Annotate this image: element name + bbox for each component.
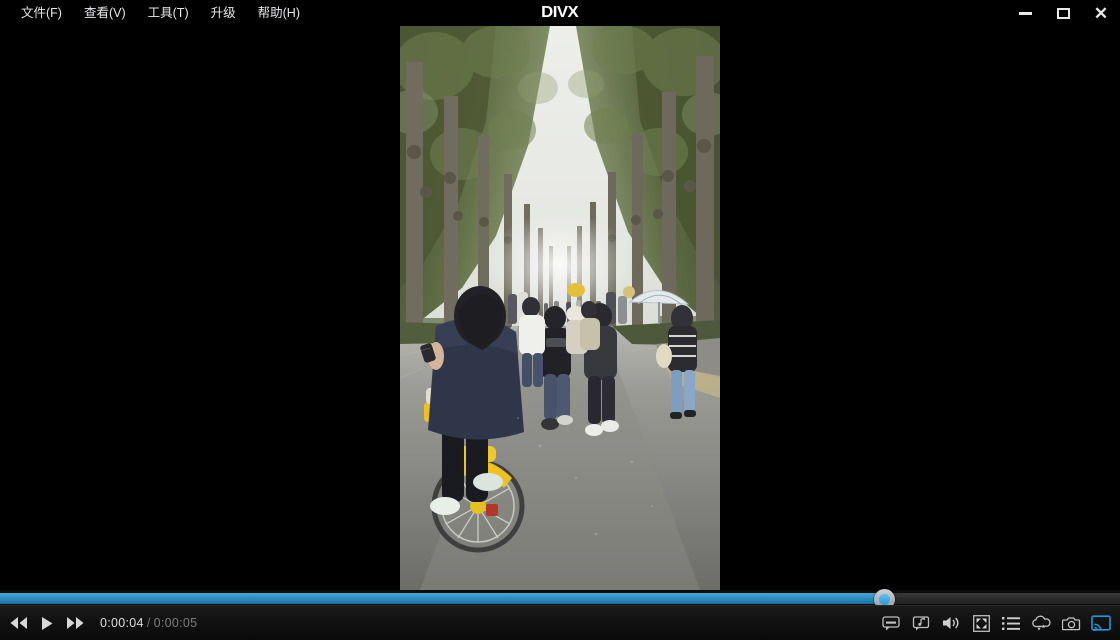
tool-controls [878,610,1120,636]
cast-icon [1091,615,1111,631]
volume-button[interactable] [938,610,964,636]
snapshot-button[interactable] [1058,610,1084,636]
playlist-button[interactable] [998,610,1024,636]
fast-forward-icon [67,617,84,629]
video-frame[interactable] [400,26,720,590]
title-bar: 文件(F) 查看(V) 工具(T) 升级 帮助(H) DIVX ✕ [0,0,1120,26]
minimize-icon [1018,11,1032,15]
time-display: 0:00:04/0:00:05 [100,616,197,630]
cast-button[interactable] [1088,610,1114,636]
fullscreen-icon [972,614,990,632]
close-button[interactable]: ✕ [1082,0,1120,26]
transport-controls: 0:00:04/0:00:05 [0,610,197,636]
close-icon: ✕ [1093,3,1109,23]
rewind-button[interactable] [6,610,32,636]
seek-progress-fill [0,593,885,604]
menu-item-upgrade[interactable]: 升级 [200,0,247,26]
menu-item-view[interactable]: 查看(V) [73,0,137,26]
subtitles-button[interactable] [878,610,904,636]
maximize-icon [1056,7,1070,19]
volume-icon [942,617,958,629]
seek-bar[interactable] [0,589,1120,610]
fast-forward-button[interactable] [62,610,88,636]
menu-item-file[interactable]: 文件(F) [10,0,73,26]
play-icon [42,616,53,630]
camera-icon [1061,616,1080,630]
menu-item-tools[interactable]: 工具(T) [137,0,200,26]
rewind-icon [10,617,27,629]
menu-bar: 文件(F) 查看(V) 工具(T) 升级 帮助(H) [0,0,311,26]
playlist-icon [1002,616,1020,630]
total-duration: 0:00:05 [153,616,198,630]
window-controls: ✕ [1006,0,1120,26]
menu-item-help[interactable]: 帮助(H) [247,0,311,26]
seek-handle-core [878,594,890,605]
audio-track-icon [912,616,930,631]
maximize-button[interactable] [1044,0,1082,26]
cloud-transfer-icon [1031,615,1051,631]
cloud-transfer-button[interactable] [1028,610,1054,636]
control-bar: 0:00:04/0:00:05 [0,605,1120,640]
minimize-button[interactable] [1006,0,1044,26]
current-time: 0:00:04 [100,616,144,630]
video-stage[interactable] [0,26,1120,590]
fullscreen-button[interactable] [968,610,994,636]
audio-track-button[interactable] [908,610,934,636]
time-separator: / [146,616,151,630]
divx-player-window: 文件(F) 查看(V) 工具(T) 升级 帮助(H) DIVX ✕ 0:00:0… [0,0,1120,640]
video-still [400,26,720,590]
app-logo-text: DIVX [541,4,579,21]
play-button[interactable] [34,610,60,636]
subtitle-icon [882,616,900,631]
